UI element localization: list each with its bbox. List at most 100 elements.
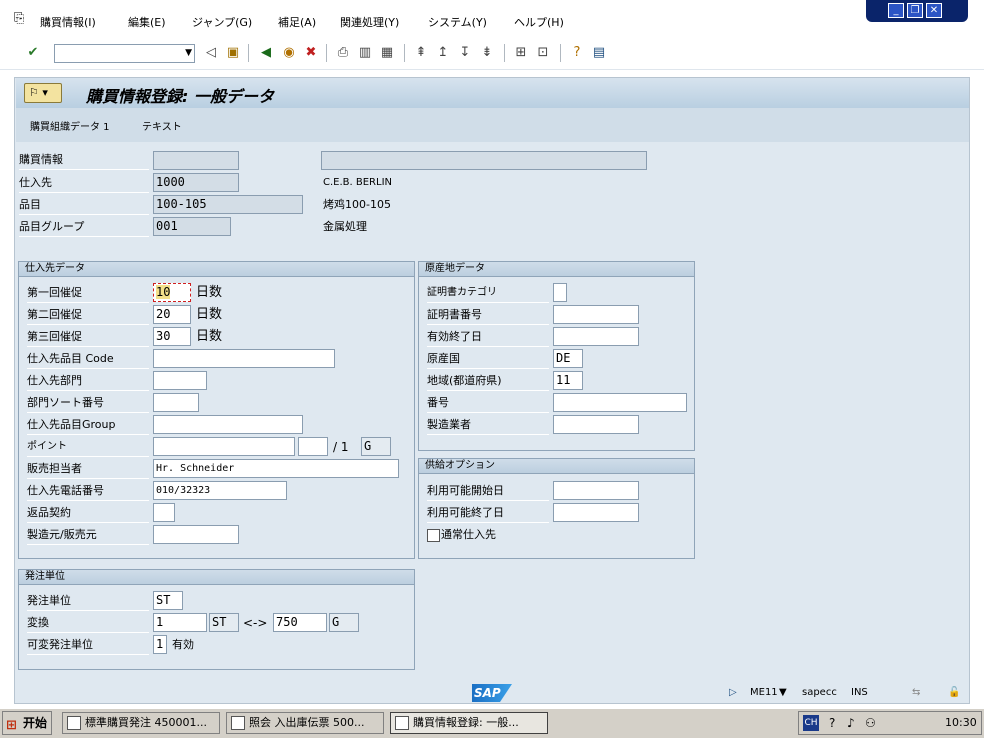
- country-field[interactable]: DE: [553, 349, 583, 368]
- transaction-code: ME11: [750, 687, 778, 698]
- menu-system[interactable]: システム(Y): [428, 14, 487, 30]
- vendor-data-title: 仕入先データ: [19, 262, 414, 277]
- close-icon[interactable]: ✕: [926, 3, 942, 18]
- vendor-subrange-field[interactable]: [153, 371, 207, 390]
- cert-number-field[interactable]: [553, 305, 639, 324]
- vendor-material-group-field[interactable]: [153, 415, 303, 434]
- first-reminder-field[interactable]: 10: [153, 283, 191, 302]
- vendor-field: 1000: [153, 173, 239, 192]
- menu-help[interactable]: ヘルプ(H): [514, 14, 564, 30]
- vendor-label: 仕入先: [19, 176, 52, 189]
- volume-icon[interactable]: ♪: [847, 716, 855, 730]
- manufacturer-vendor-field[interactable]: [153, 525, 239, 544]
- return-agreement-field[interactable]: [153, 503, 175, 522]
- org-data-toggle-button[interactable]: ⚐ ▾: [24, 83, 62, 103]
- telephone-field[interactable]: 010/32323: [153, 481, 287, 500]
- menu-extras[interactable]: 補足(A): [278, 14, 316, 30]
- cert-category-field[interactable]: [553, 283, 567, 302]
- menu-environment[interactable]: 関連処理(Y): [340, 14, 399, 30]
- number-field[interactable]: [553, 393, 687, 412]
- status-expand-icon[interactable]: ▷: [729, 687, 737, 698]
- back-arrow-icon[interactable]: ◁: [202, 44, 220, 62]
- vendor-subrange-label: 仕入先部門: [27, 374, 82, 387]
- region-label: 地域(都道府県): [427, 374, 502, 387]
- next-page-icon[interactable]: ↧: [456, 44, 474, 62]
- last-page-icon[interactable]: ⇟: [478, 44, 496, 62]
- third-reminder-field[interactable]: 30: [153, 327, 191, 346]
- minimize-icon[interactable]: _: [888, 3, 904, 18]
- toolbar-separator: [560, 44, 561, 62]
- tab-purch-org-data[interactable]: 購買組織データ 1: [30, 118, 110, 133]
- exit-icon[interactable]: ◉: [280, 44, 298, 62]
- help-icon[interactable]: ?: [568, 44, 586, 62]
- vendor-material-group-label: 仕入先品目Group: [27, 418, 116, 431]
- variable-order-unit-field[interactable]: 1: [153, 635, 167, 654]
- number-label: 番号: [427, 396, 449, 409]
- status-dropdown-icon[interactable]: ▼: [779, 687, 787, 698]
- command-field[interactable]: ▼: [54, 44, 195, 63]
- third-reminder-unit: 日数: [196, 329, 223, 344]
- material-field: 100-105: [153, 195, 303, 214]
- order-unit-field[interactable]: ST: [153, 591, 183, 610]
- tab-texts[interactable]: テキスト: [142, 118, 182, 133]
- info-record-label: 購買情報: [19, 153, 63, 166]
- sap-window-icon: [231, 716, 245, 730]
- vendor-material-field[interactable]: [153, 349, 335, 368]
- find-icon[interactable]: ▥: [356, 44, 374, 62]
- available-to-field[interactable]: [553, 503, 639, 522]
- salesperson-field[interactable]: Hr. Schneider: [153, 459, 399, 478]
- conversion-numerator-field[interactable]: 1: [153, 613, 207, 632]
- restore-icon[interactable]: ❐: [907, 3, 923, 18]
- language-icon[interactable]: CH: [803, 715, 819, 731]
- toolbar-separator: [248, 44, 249, 62]
- help-tray-icon[interactable]: ?: [829, 716, 835, 730]
- conversion-denominator-field[interactable]: 750: [273, 613, 327, 632]
- second-reminder-unit: 日数: [196, 307, 223, 322]
- order-unit-title: 発注単位: [19, 570, 414, 585]
- available-from-field[interactable]: [553, 481, 639, 500]
- manufacturer-field[interactable]: [553, 415, 639, 434]
- menu-edit[interactable]: 編集(E): [128, 14, 166, 30]
- cancel-icon[interactable]: ✖: [302, 44, 320, 62]
- layout-menu-icon[interactable]: ▤: [590, 44, 608, 62]
- enter-check-icon[interactable]: ✔: [24, 44, 42, 62]
- chevron-down-icon[interactable]: ▼: [185, 48, 192, 58]
- return-agreement-label: 返品契約: [27, 506, 71, 519]
- network-icon[interactable]: ⚇: [865, 716, 876, 730]
- valid-to-field[interactable]: [553, 327, 639, 346]
- variable-order-unit-text: 有効: [172, 638, 194, 651]
- window-controls: _ ❐ ✕: [866, 0, 968, 22]
- menu-goto[interactable]: ジャンプ(G): [192, 14, 252, 30]
- points-field[interactable]: [153, 437, 295, 456]
- save-icon[interactable]: ▣: [224, 44, 242, 62]
- third-reminder-label: 第三回催促: [27, 330, 82, 343]
- task-po-display[interactable]: 標準購買発注 450001...: [62, 712, 220, 734]
- new-session-icon[interactable]: ⊞: [512, 44, 530, 62]
- find-next-icon[interactable]: ▦: [378, 44, 396, 62]
- valid-to-label: 有効終了日: [427, 330, 482, 343]
- info-record-desc-field: [321, 151, 647, 170]
- vendor-name: C.E.B. BERLIN: [323, 177, 393, 188]
- task-material-doc[interactable]: 照会 入出庫伝票 500...: [226, 712, 384, 734]
- regular-vendor-checkbox[interactable]: [427, 529, 440, 542]
- task-info-record[interactable]: 購買情報登録: 一般...: [390, 712, 548, 734]
- order-unit-label: 発注単位: [27, 594, 71, 607]
- material-group-field: 001: [153, 217, 231, 236]
- regular-vendor-label: 通常仕入先: [441, 528, 496, 541]
- info-record-field: [153, 151, 239, 170]
- toolbar-separator: [326, 44, 327, 62]
- start-button[interactable]: ⊞ 开始: [2, 711, 52, 735]
- region-field[interactable]: 11: [553, 371, 583, 390]
- sort-number-field[interactable]: [153, 393, 199, 412]
- print-icon[interactable]: ⎙: [334, 44, 352, 62]
- app-menu-icon[interactable]: ⎘: [14, 11, 24, 26]
- menu-purchasing-info[interactable]: 購買情報(I): [40, 14, 96, 30]
- toolbar-separator: [404, 44, 405, 62]
- first-page-icon[interactable]: ⇞: [412, 44, 430, 62]
- back-icon[interactable]: ◀: [257, 44, 275, 62]
- shortcut-icon[interactable]: ⊡: [534, 44, 552, 62]
- lock-icon[interactable]: 🔓: [948, 687, 960, 698]
- second-reminder-field[interactable]: 20: [153, 305, 191, 324]
- points-unit-field[interactable]: [298, 437, 328, 456]
- previous-page-icon[interactable]: ↥: [434, 44, 452, 62]
